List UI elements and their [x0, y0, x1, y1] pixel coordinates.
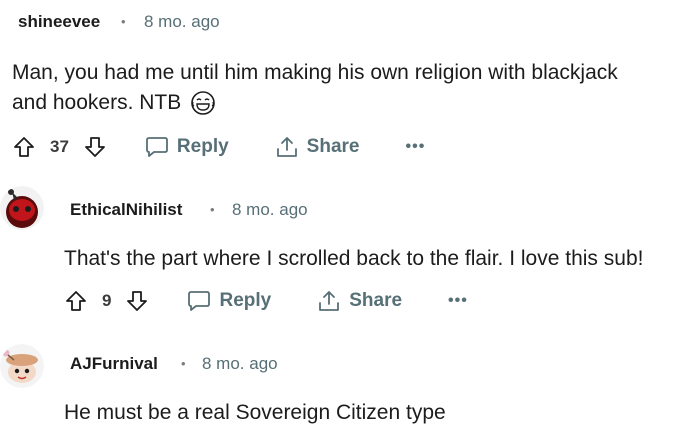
- comment-username[interactable]: EthicalNihilist: [70, 200, 182, 220]
- comment-bubble-icon: [187, 290, 211, 312]
- comment-username[interactable]: AJFurnival: [70, 354, 158, 374]
- upvote-icon[interactable]: [64, 289, 88, 313]
- avatar[interactable]: [0, 186, 44, 230]
- comment-bubble-icon: [145, 136, 169, 158]
- cartoon-snoo-avatar-icon: [0, 344, 44, 388]
- meta-separator: •: [181, 356, 186, 371]
- comment-body-text: and hookers. NTB: [12, 91, 182, 114]
- vote-count: 37: [50, 137, 69, 156]
- comment-body: Man, you had me until him making his own…: [12, 58, 700, 118]
- reply-button[interactable]: Reply: [187, 290, 271, 312]
- reply-button[interactable]: Reply: [145, 136, 229, 158]
- grinning-tears-emoji-icon: [190, 90, 216, 116]
- share-button[interactable]: Share: [275, 135, 360, 159]
- reply-label: Reply: [176, 136, 229, 157]
- comment-actions: 9 Reply Share •••: [64, 286, 468, 316]
- meta-separator: •: [121, 14, 126, 29]
- red-snoo-avatar-icon: [0, 186, 44, 230]
- comment-body-line: Man, you had me until him making his own…: [12, 61, 618, 84]
- comment-actions: 37 Reply Share •••: [12, 132, 425, 162]
- upvote-icon[interactable]: [12, 135, 36, 159]
- share-icon: [275, 135, 299, 159]
- avatar[interactable]: [0, 344, 44, 388]
- downvote-icon[interactable]: [125, 289, 149, 313]
- comment-body-line: and hookers. NTB: [12, 88, 700, 118]
- more-options-button[interactable]: •••: [448, 292, 468, 310]
- vote-count: 9: [102, 291, 112, 310]
- share-label: Share: [306, 136, 360, 157]
- comment-timestamp[interactable]: 8 mo. ago: [232, 200, 308, 220]
- downvote-icon[interactable]: [83, 135, 107, 159]
- share-button[interactable]: Share: [317, 289, 402, 313]
- comment-username[interactable]: shineevee: [18, 12, 100, 32]
- share-label: Share: [349, 290, 403, 311]
- comment-timestamp[interactable]: 8 mo. ago: [202, 354, 278, 374]
- comment-timestamp[interactable]: 8 mo. ago: [144, 12, 220, 32]
- more-options-button[interactable]: •••: [405, 138, 425, 156]
- share-icon: [317, 289, 341, 313]
- reply-label: Reply: [219, 290, 272, 311]
- comment-body: That's the part where I scrolled back to…: [64, 247, 644, 270]
- comment-body: He must be a real Sovereign Citizen type: [64, 401, 446, 424]
- meta-separator: •: [210, 202, 215, 217]
